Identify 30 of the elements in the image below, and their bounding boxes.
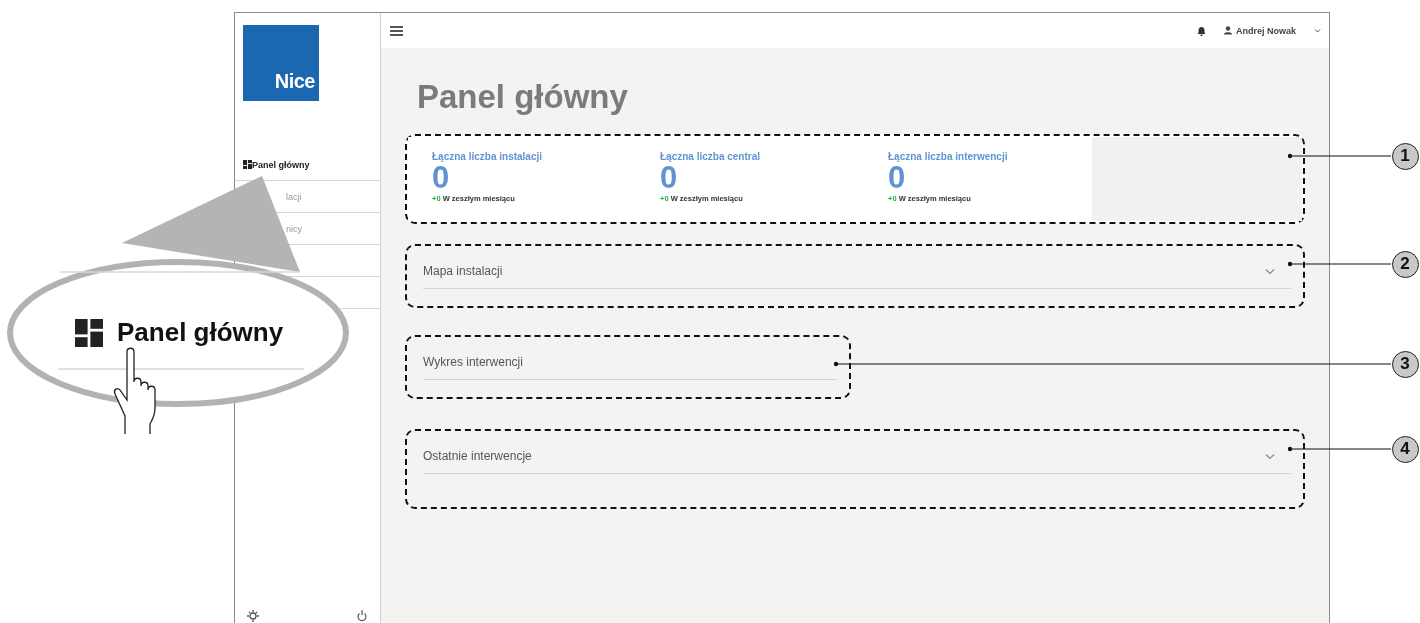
panel-title: Ostatnie interwencje	[423, 449, 532, 463]
stat-title: Łączna liczba central	[660, 151, 762, 162]
callout-number: 1	[1391, 142, 1419, 170]
callout-number: 2	[1391, 250, 1419, 278]
caret-icon[interactable]	[1314, 28, 1321, 33]
panel-title: Mapa instalacji	[423, 264, 503, 278]
page-title: Panel główny	[417, 78, 629, 116]
settings-icon[interactable]	[247, 609, 259, 623]
panel-header[interactable]: Ostatnie interwencje	[423, 445, 1291, 474]
power-icon[interactable]	[356, 609, 368, 623]
stat-title: Łączna liczba instalacji	[432, 151, 544, 162]
callout-number: 3	[1391, 350, 1419, 378]
panel-title: Wykres interwencji	[423, 355, 523, 369]
stat-value: 0	[432, 162, 450, 194]
menu-icon[interactable]	[390, 25, 403, 36]
stat-value: 0	[888, 162, 906, 194]
panel-header[interactable]: Mapa instalacji	[423, 260, 1291, 289]
chevron-down-icon[interactable]	[1265, 452, 1275, 460]
bell-icon[interactable]	[1197, 25, 1206, 36]
callout-number: 4	[1391, 435, 1419, 463]
sidebar-item[interactable]: Panel główny	[252, 159, 310, 170]
dashboard-icon	[243, 160, 252, 169]
stat-value: 0	[660, 162, 678, 194]
magnified-text: Panel główny	[117, 317, 284, 348]
user-icon	[1224, 26, 1232, 35]
user-menu[interactable]: Andrej Nowak	[1224, 25, 1296, 36]
chevron-down-icon[interactable]	[1265, 267, 1275, 275]
dashboard-icon	[75, 318, 103, 347]
logo: Nice	[243, 25, 319, 101]
stat-title: Łączna liczba interwencji	[888, 151, 1009, 162]
